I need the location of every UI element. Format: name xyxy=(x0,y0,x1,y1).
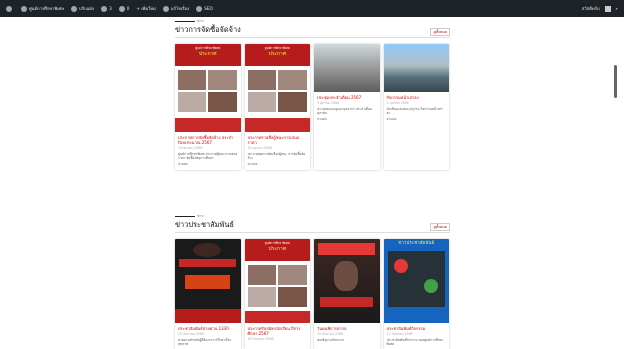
admin-comments-count: 0 xyxy=(126,6,130,11)
search-icon[interactable]: ⌕ xyxy=(616,6,618,11)
admin-new-link[interactable]: + เพิ่มใหม่ xyxy=(136,5,155,12)
news-card[interactable]: กิจกรรมหน้าเสาธง 2 ตุลาคม 2566 นักเรียนแ… xyxy=(383,44,449,170)
admin-edit-link[interactable]: แก้ไขเรื่อง xyxy=(162,5,190,12)
poster-thumbnail[interactable]: ศูนย์การศึกษาพิเศษ ประกาศ xyxy=(244,44,310,132)
card-title[interactable]: ประชาสัมพันธ์กิจกรรม xyxy=(387,326,447,331)
admin-greeting[interactable]: สวัสดีครับ xyxy=(582,5,600,12)
photo-thumbnail[interactable] xyxy=(383,44,449,92)
card-title[interactable]: ประกาศรายชื่อผู้ชนะการเสนอราคา xyxy=(248,135,308,145)
admin-seo-label: SEO xyxy=(204,6,213,11)
admin-new-label: + เพิ่มใหม่ xyxy=(136,6,156,11)
card-title[interactable]: ประชุมประจำเดือน 2567 xyxy=(317,95,377,100)
pencil-icon xyxy=(162,5,169,12)
card-excerpt: ประชุมคณะครูและบุคลากร ประจำเดือนตุลาคม xyxy=(317,107,372,115)
card-excerpt: นักเรียนและคณะครูร่วม กิจกรรมหน้าเสาธง xyxy=(386,107,443,115)
card-date: 2 ตุลาคม 2566 xyxy=(386,101,409,105)
card-date: 15 ตุลาคม 2566 xyxy=(178,146,203,150)
poster-big-text: ประกาศ xyxy=(198,51,217,57)
poster-big-text: ข่าวประชาสัมพันธ์ xyxy=(398,241,435,246)
read-more-link[interactable]: อ่านต่อ xyxy=(178,162,238,167)
read-more-link[interactable]: อ่านต่อ xyxy=(387,117,447,122)
news-card[interactable]: ข่าวประชาสัมพันธ์ ประชาสัมพันธ์กิจกรรม 1… xyxy=(383,239,449,349)
news-card[interactable]: วันคนพิการสากล 15 กันยายน 2566 ขอเชิญร่ว… xyxy=(314,239,380,349)
admin-updates-count: 3 xyxy=(109,6,112,11)
admin-edit-label: แก้ไขเรื่อง xyxy=(170,6,190,11)
pr-section: ข่าว ข่าวประชาสัมพันธ์ ดูทั้งหมด ประชาสัม… xyxy=(175,213,450,349)
card-excerpt: สายด่วนสำหรับผู้ที่ต้องการ ปรึกษาเรื่องส… xyxy=(178,338,231,346)
poster-big-text: ประกาศ xyxy=(268,51,287,57)
card-date: 18 กันยายน 2566 xyxy=(247,337,274,341)
poster-thumbnail[interactable]: ศูนย์การศึกษาพิเศษ ประกาศ xyxy=(244,239,310,323)
view-all-button[interactable]: ดูทั้งหมด xyxy=(430,223,450,231)
updates-icon xyxy=(101,5,108,12)
admin-site-link[interactable]: ศูนย์การศึกษาพิเศษ xyxy=(21,5,64,12)
poster-head-text: ศูนย์การศึกษาพิเศษ xyxy=(195,46,221,50)
section-title: ข่าวการจัดซื้อจัดจ้าง xyxy=(175,25,241,34)
card-title[interactable]: กิจกรรมหน้าเสาธง xyxy=(387,95,447,100)
card-date: 15 กันยายน 2566 xyxy=(317,332,344,336)
poster-big-text: ประกาศ xyxy=(268,246,287,252)
admin-comments-link[interactable]: 0 xyxy=(118,5,130,12)
news-card[interactable]: ศูนย์การศึกษาพิเศษ ประกาศ ประกาศรับสมัคร… xyxy=(244,239,310,349)
admin-seo-link[interactable]: SEO xyxy=(196,5,213,12)
card-excerpt: ศูนย์การศึกษาพิเศษ ประกาศผู้ชนะการเสนอรา… xyxy=(178,152,238,160)
news-card[interactable]: ศูนย์การศึกษาพิเศษ ประกาศ ประกาศการจัดซื… xyxy=(175,44,241,170)
poster-thumbnail[interactable] xyxy=(175,239,241,323)
card-date: 5 ตุลาคม 2566 xyxy=(317,101,340,105)
procurement-section: ข่าว ข่าวการจัดซื้อจัดจ้าง ดูทั้งหมด ศูนย… xyxy=(175,18,450,170)
home-icon xyxy=(21,5,27,12)
admin-site-label: ศูนย์การศึกษาพิเศษ xyxy=(29,6,65,11)
card-title[interactable]: วันคนพิการสากล xyxy=(317,326,377,331)
news-card[interactable]: ศูนย์การศึกษาพิเศษ ประกาศ ประกาศรายชื่อผ… xyxy=(244,44,310,170)
scrollbar-thumb[interactable] xyxy=(614,65,617,98)
comment-icon xyxy=(118,5,125,12)
read-more-link[interactable]: อ่านต่อ xyxy=(317,117,377,122)
wordpress-logo-icon[interactable] xyxy=(6,5,14,12)
poster-thumbnail[interactable] xyxy=(314,239,380,323)
card-title[interactable]: ประชาสัมพันธ์สายด่วน 1330 xyxy=(178,326,238,331)
poster-thumbnail[interactable]: ศูนย์การศึกษาพิเศษ ประกาศ xyxy=(175,44,241,132)
seo-icon xyxy=(196,5,203,12)
card-title[interactable]: ประกาศรับสมัครนักเรียน ปีการศึกษา 2567 xyxy=(248,326,308,336)
admin-customize-label: ปรับแต่ง xyxy=(79,6,95,11)
view-all-button[interactable]: ดูทั้งหมด xyxy=(430,28,450,36)
poster-head-text: ศูนย์การศึกษาพิเศษ xyxy=(264,241,290,245)
brush-icon xyxy=(71,5,78,12)
photo-thumbnail[interactable] xyxy=(314,44,380,92)
poster-thumbnail[interactable]: ข่าวประชาสัมพันธ์ xyxy=(383,239,449,323)
card-date: 20 กันยายน 2566 xyxy=(178,332,205,336)
news-card[interactable]: ประชุมประจำเดือน 2567 5 ตุลาคม 2566 ประช… xyxy=(314,44,380,170)
card-excerpt: ขอเชิญร่วมกิจกรรม xyxy=(317,338,344,342)
avatar[interactable] xyxy=(604,5,611,12)
admin-bar: ศูนย์การศึกษาพิเศษ ปรับแต่ง 3 0 + เพิ่มใ… xyxy=(0,0,624,17)
card-date: 12 กันยายน 2566 xyxy=(386,332,413,336)
card-excerpt: ประชาสัมพันธ์กิจกรรม ของศูนย์การศึกษาพิเ… xyxy=(386,338,444,346)
admin-customize-link[interactable]: ปรับแต่ง xyxy=(71,5,94,12)
section-title: ข่าวประชาสัมพันธ์ xyxy=(175,220,234,229)
poster-head-text: ศูนย์การศึกษาพิเศษ xyxy=(264,46,290,50)
card-date: 10 ตุลาคม 2566 xyxy=(247,146,272,150)
news-card[interactable]: ประชาสัมพันธ์สายด่วน 1330 20 กันยายน 256… xyxy=(175,239,241,349)
card-excerpt: ประกาศผลการคัดเลือกผู้ชนะ การจัดซื้อจัดจ… xyxy=(247,152,306,160)
admin-updates-link[interactable]: 3 xyxy=(101,5,112,12)
read-more-link[interactable]: อ่านต่อ xyxy=(248,162,308,167)
card-title[interactable]: ประกาศการจัดซื้อจัดจ้าง ประจำปีงบประมาณ … xyxy=(178,135,238,145)
